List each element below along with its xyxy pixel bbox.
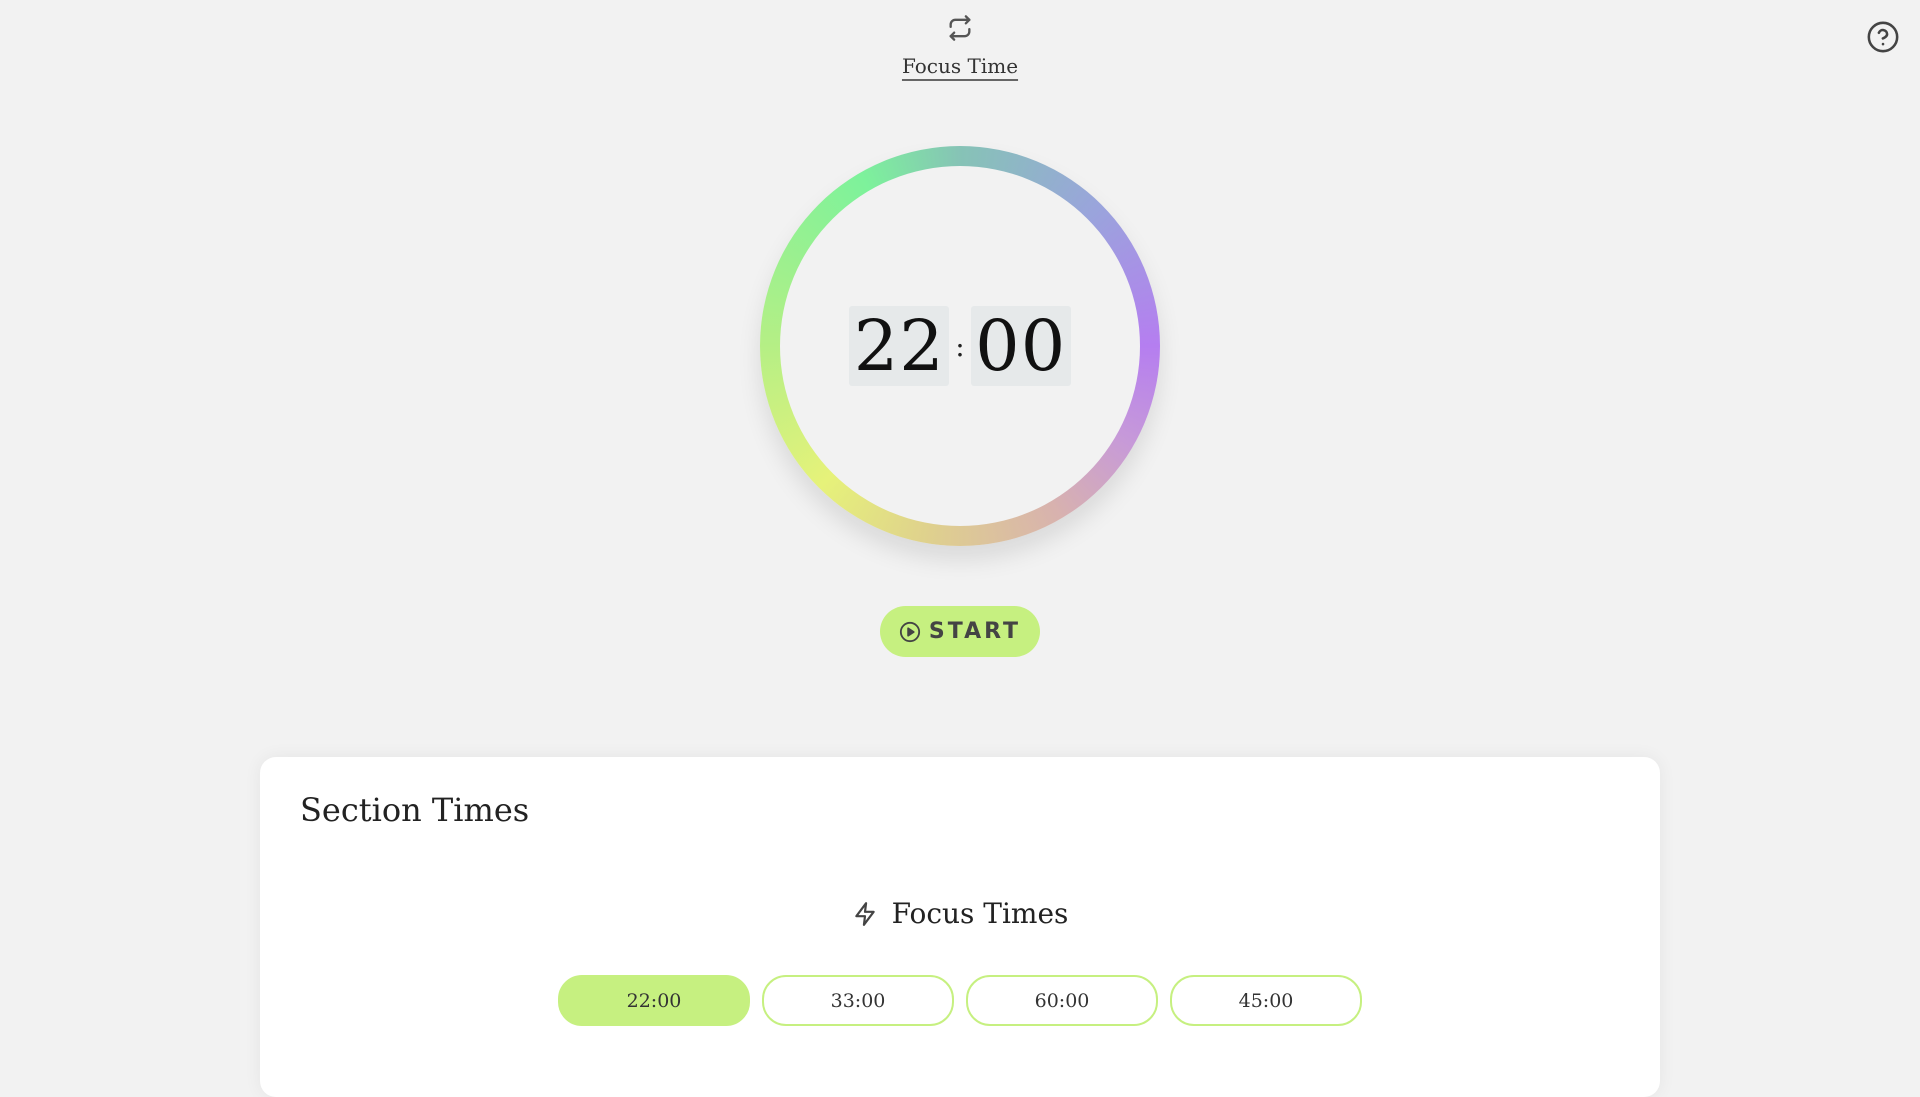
minutes-display: 22 bbox=[849, 305, 950, 387]
mode-link[interactable]: Focus Time bbox=[902, 54, 1018, 78]
lightning-icon bbox=[854, 901, 875, 926]
start-button[interactable]: START bbox=[880, 606, 1040, 657]
clock-display: 22 : 00 bbox=[849, 305, 1071, 387]
play-circle-icon bbox=[899, 621, 921, 642]
mode-switcher: Focus Time bbox=[902, 14, 1018, 104]
time-separator: : bbox=[955, 329, 965, 363]
focus-time-option[interactable]: 33:00 bbox=[762, 975, 954, 1026]
seconds-display: 00 bbox=[970, 305, 1071, 387]
focus-times-heading: Focus Times bbox=[260, 897, 1660, 930]
focus-time-option[interactable]: 60:00 bbox=[966, 975, 1158, 1026]
progress-ring: 22 : 00 bbox=[760, 146, 1160, 546]
focus-time-option[interactable]: 22:00 bbox=[558, 975, 750, 1026]
focus-time-option[interactable]: 45:00 bbox=[1170, 975, 1362, 1026]
help-circle-icon[interactable] bbox=[1866, 20, 1900, 54]
section-times-card: Section Times Focus Times 22:00 33:00 60… bbox=[260, 757, 1660, 1097]
section-times-title: Section Times bbox=[300, 791, 530, 829]
focus-time-options: 22:00 33:00 60:00 45:00 bbox=[558, 975, 1362, 1026]
timer-ring: 22 : 00 bbox=[760, 146, 1160, 546]
timer-face: 22 : 00 bbox=[780, 166, 1140, 526]
swap-arrows-icon[interactable] bbox=[946, 14, 974, 42]
start-label: START bbox=[928, 619, 1022, 644]
focus-times-label: Focus Times bbox=[891, 897, 1069, 930]
